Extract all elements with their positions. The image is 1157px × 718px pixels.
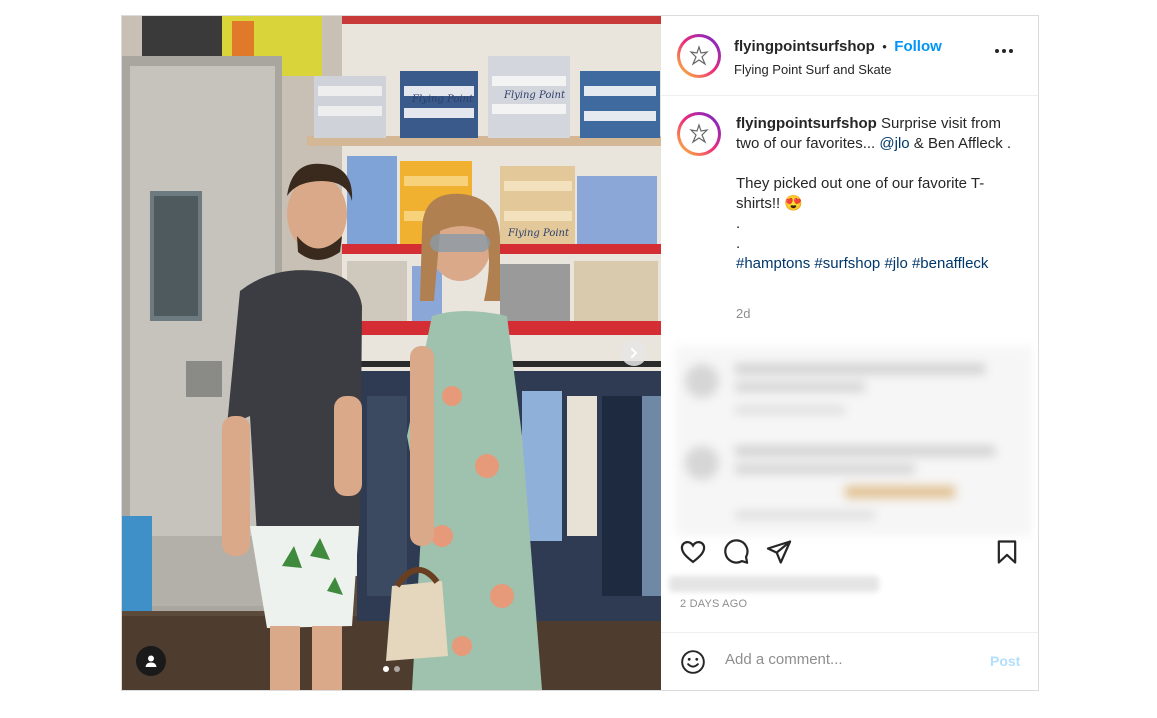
hashtag-link[interactable]: #surfshop — [814, 255, 880, 272]
svg-text:Flying Point: Flying Point — [503, 90, 566, 101]
hashtag-link[interactable]: #hamptons — [736, 255, 810, 272]
carousel-indicator — [383, 666, 400, 672]
carousel-dot — [394, 666, 400, 672]
post-header: flyingpointsurfshop • Follow Flying Poin… — [661, 16, 1038, 96]
shop-logo-icon — [689, 45, 709, 66]
likes-count-blurred — [669, 576, 879, 592]
mention-link[interactable]: @jlo — [879, 135, 909, 152]
tagged-users-button[interactable] — [136, 646, 166, 676]
caption-username[interactable]: flyingpointsurfshop — [736, 115, 877, 132]
caption-avatar[interactable] — [677, 112, 721, 156]
chevron-right-icon — [631, 348, 638, 358]
comment-input[interactable] — [725, 651, 965, 668]
heart-icon[interactable] — [679, 538, 707, 566]
svg-text:Flying Point: Flying Point — [411, 94, 474, 105]
caption-text-2: & Ben Affleck . — [909, 135, 1012, 152]
post-caption: flyingpointsurfshop Surprise visit from … — [736, 114, 1016, 274]
post-date[interactable]: 2 DAYS AGO — [680, 598, 747, 610]
caption-time[interactable]: 2d — [736, 306, 750, 321]
instagram-post: Flying Point Flying Point Flying Point f… — [121, 15, 1039, 691]
carousel-dot-active — [383, 666, 389, 672]
next-photo-button[interactable] — [621, 340, 647, 366]
hashtag-link[interactable]: #benaffleck — [912, 255, 988, 272]
bookmark-icon[interactable] — [993, 538, 1021, 566]
comment-icon[interactable] — [722, 538, 750, 566]
separator-dot: • — [882, 39, 887, 54]
post-comment-button[interactable]: Post — [990, 653, 1020, 669]
hashtag-link[interactable]: #jlo — [884, 255, 907, 272]
account-avatar[interactable] — [677, 34, 721, 78]
caption-dot-2: . — [736, 235, 741, 252]
heart-eyes-emoji: 😍 — [784, 195, 804, 212]
post-sidebar: flyingpointsurfshop • Follow Flying Poin… — [661, 16, 1038, 690]
caption-line-2: They picked out one of our favorite T-sh… — [736, 175, 985, 212]
post-photo[interactable]: Flying Point Flying Point Flying Point — [122, 16, 661, 690]
account-username[interactable]: flyingpointsurfshop — [734, 38, 875, 55]
account-subtitle[interactable]: Flying Point Surf and Skate — [734, 62, 892, 77]
comment-bar: Post — [661, 632, 1038, 690]
svg-text:Flying Point: Flying Point — [507, 228, 570, 239]
follow-button[interactable]: Follow — [894, 38, 942, 55]
more-options-button[interactable] — [995, 49, 1013, 53]
blurred-comments — [675, 346, 1032, 536]
person-icon — [145, 655, 157, 667]
shop-logo-icon — [689, 123, 709, 144]
shop-photo-illustration: Flying Point Flying Point Flying Point — [122, 16, 661, 690]
caption-dot-1: . — [736, 215, 741, 232]
smiley-icon[interactable] — [680, 649, 706, 675]
action-bar — [661, 534, 1038, 570]
share-icon[interactable] — [765, 538, 793, 566]
